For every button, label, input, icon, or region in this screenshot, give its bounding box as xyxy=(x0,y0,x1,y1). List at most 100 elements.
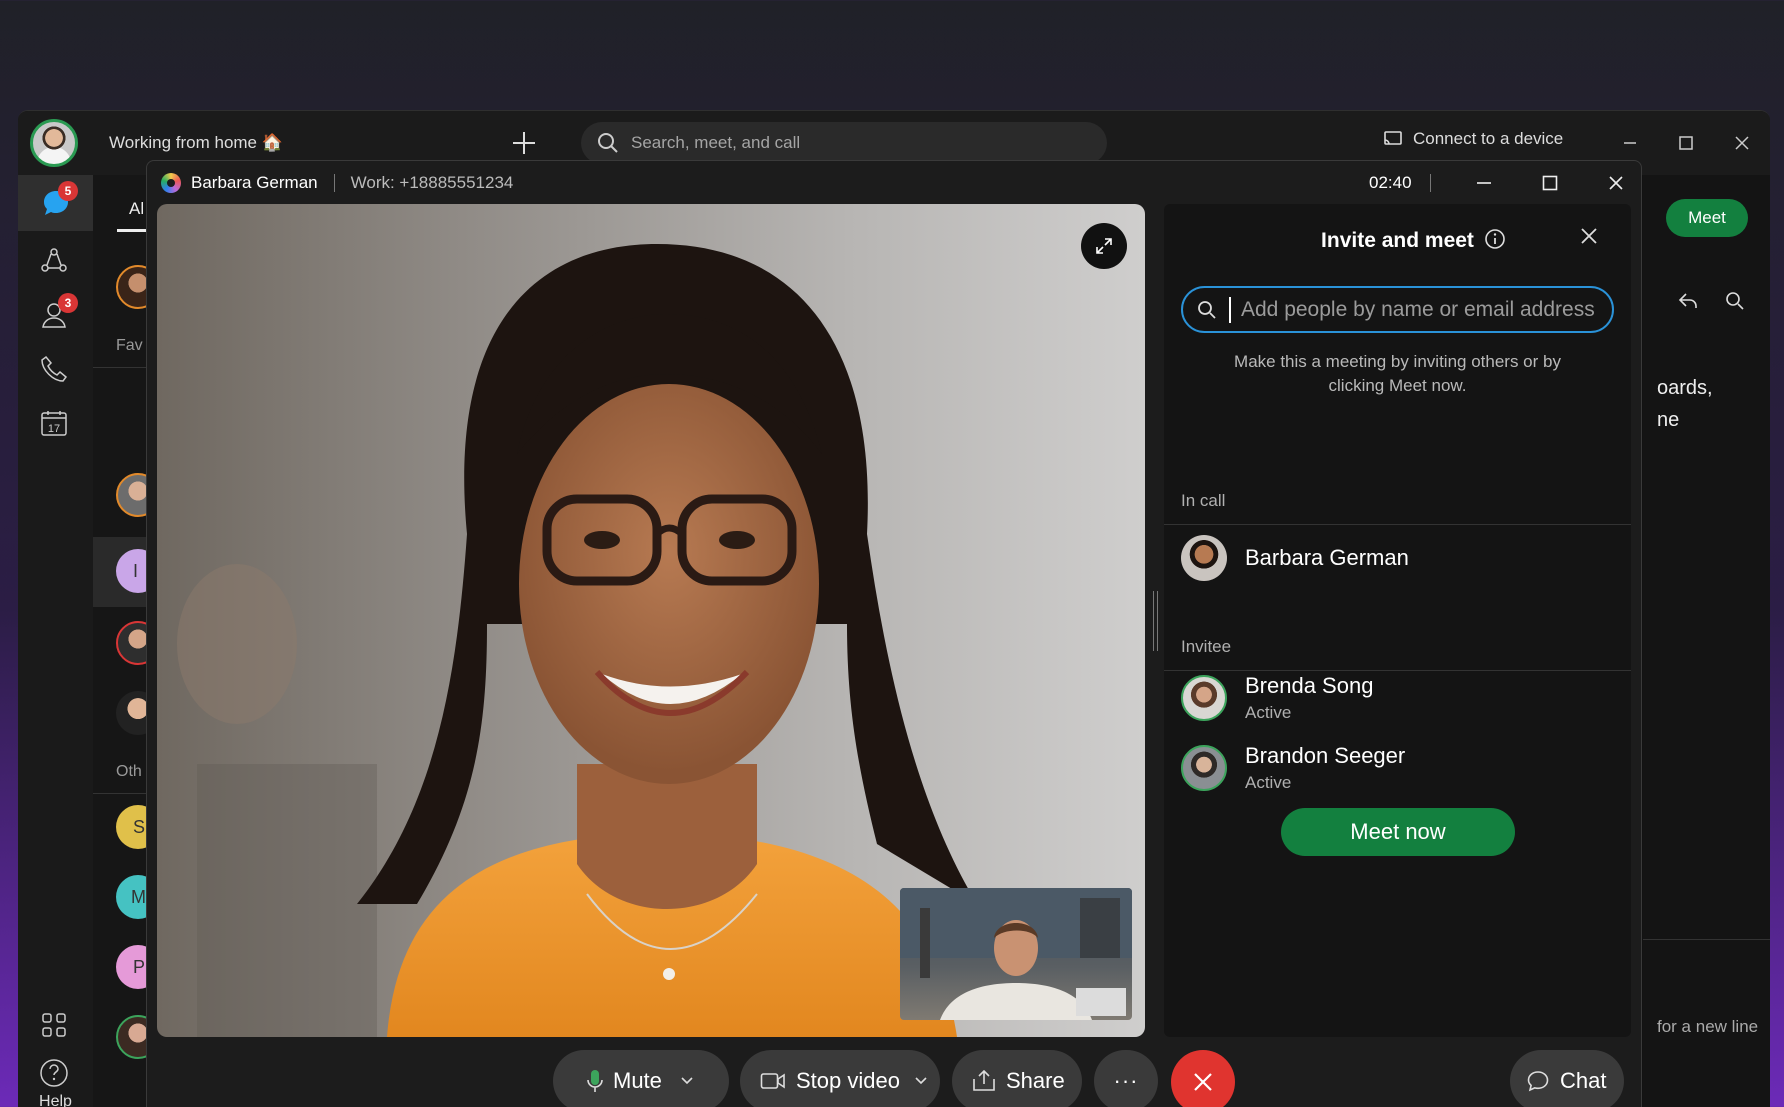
expand-icon xyxy=(1096,238,1112,254)
caller-number: Work: +18885551234 xyxy=(350,173,514,192)
connect-label: Connect to a device xyxy=(1413,129,1564,148)
composer-hint: for a new line xyxy=(1657,1017,1759,1036)
rail-messaging[interactable]: 5 xyxy=(18,175,93,231)
call-titlebar: Barbara German Work: +18885551234 xyxy=(161,173,513,193)
invite-and-meet-panel: Invite and meet Make this a meeting by i… xyxy=(1164,204,1631,1037)
remote-video xyxy=(157,204,1145,1037)
minimize-button[interactable] xyxy=(1602,123,1658,163)
search-icon[interactable] xyxy=(1725,291,1745,311)
user-avatar[interactable] xyxy=(30,119,78,167)
invitee-item[interactable]: Brandon Seeger Active xyxy=(1181,743,1405,793)
invitee-name: Brenda Song xyxy=(1245,673,1374,698)
share-icon xyxy=(973,1070,995,1091)
section-favorites: Fav xyxy=(116,337,143,354)
chevron-down-icon[interactable] xyxy=(680,1076,694,1086)
invitee-status: Active xyxy=(1245,773,1292,792)
maximize-button[interactable] xyxy=(1658,123,1714,163)
messaging-badge: 5 xyxy=(58,181,78,201)
invite-search-field[interactable] xyxy=(1181,286,1614,333)
phone-icon xyxy=(41,355,68,382)
invitee-avatar xyxy=(1181,675,1227,721)
invitee-label: Invitee xyxy=(1181,637,1232,656)
calendar-icon: 17 xyxy=(41,411,67,436)
share-button[interactable]: Share xyxy=(952,1050,1082,1107)
timer-divider xyxy=(1430,174,1431,192)
expand-video-button[interactable] xyxy=(1081,223,1127,269)
meet-button[interactable]: Meet xyxy=(1666,199,1748,237)
conversation-list: Al Fav I Oth S M P xyxy=(93,175,160,1107)
close-button[interactable] xyxy=(1714,123,1770,163)
invitee-status: Active xyxy=(1245,703,1292,722)
maximize-button[interactable] xyxy=(1517,163,1583,203)
status-title[interactable]: Working from home 🏠 xyxy=(109,133,283,153)
connect-device-button[interactable]: Connect to a device xyxy=(1383,129,1563,149)
search-bar[interactable]: Search, meet, and call xyxy=(581,122,1107,164)
text-caret xyxy=(1229,296,1231,323)
app-window-controls xyxy=(1602,123,1770,163)
webex-logo-icon xyxy=(161,173,181,193)
end-call-button[interactable] xyxy=(1171,1050,1235,1107)
mute-button[interactable]: Mute xyxy=(553,1050,729,1107)
reply-icon[interactable] xyxy=(1677,291,1699,311)
calendar-day: 17 xyxy=(48,423,60,435)
meet-now-button[interactable]: Meet now xyxy=(1281,808,1515,856)
self-view-image xyxy=(900,888,1132,1020)
invitee-item[interactable]: Brenda Song Active xyxy=(1181,673,1373,723)
close-icon[interactable] xyxy=(1579,226,1599,246)
contacts-badge: 3 xyxy=(58,293,78,313)
rail-contacts[interactable]: 3 xyxy=(34,293,78,335)
participant-name: Barbara German xyxy=(1245,545,1409,570)
title-divider xyxy=(333,174,335,192)
invite-hint: Make this a meeting by inviting others o… xyxy=(1234,352,1561,395)
navigation-rail: 5 3 17 Help xyxy=(18,175,93,1107)
rail-help[interactable] xyxy=(34,1053,74,1093)
participant-avatar xyxy=(1181,535,1227,581)
chat-bubble-icon xyxy=(1527,1071,1549,1092)
section-divider xyxy=(1164,670,1631,671)
message-fragment: ne xyxy=(1657,409,1680,431)
call-window-controls xyxy=(1451,163,1649,203)
space-content-pane: Meet oards, ne for a new line xyxy=(1643,175,1770,1107)
info-icon[interactable] xyxy=(1484,228,1506,250)
close-icon xyxy=(1194,1073,1212,1091)
section-divider xyxy=(1164,524,1631,525)
message-fragment: oards, xyxy=(1657,377,1713,399)
invitee-avatar xyxy=(1181,745,1227,791)
composer-divider xyxy=(1643,939,1770,940)
stop-video-label: Stop video xyxy=(796,1068,900,1093)
video-camera-icon xyxy=(760,1073,785,1089)
help-label: Help xyxy=(39,1093,72,1107)
section-others: Oth xyxy=(116,763,142,780)
more-options-button[interactable]: ··· xyxy=(1094,1050,1158,1107)
call-window: Barbara German Work: +18885551234 02:40 xyxy=(146,160,1642,1107)
call-timer: 02:40 xyxy=(1369,173,1412,192)
chat-button[interactable]: Chat xyxy=(1510,1050,1624,1107)
search-icon xyxy=(1198,300,1216,319)
in-call-label: In call xyxy=(1181,491,1226,510)
in-call-participant[interactable]: Barbara German xyxy=(1181,535,1409,581)
stop-video-button[interactable]: Stop video xyxy=(740,1050,940,1107)
more-icon: ··· xyxy=(1113,1068,1139,1093)
panel-resize-handle[interactable] xyxy=(1153,591,1158,651)
invite-panel-title: Invite and meet xyxy=(1321,229,1474,252)
help-icon xyxy=(40,1059,68,1087)
rail-calling[interactable] xyxy=(34,349,74,389)
mute-label: Mute xyxy=(613,1068,662,1093)
minimize-button[interactable] xyxy=(1451,163,1517,203)
list-separator xyxy=(93,367,153,368)
rail-teams[interactable] xyxy=(34,241,74,281)
close-button[interactable] xyxy=(1583,163,1649,203)
tab-all[interactable]: Al xyxy=(129,199,144,219)
invite-search-input[interactable] xyxy=(1241,297,1611,322)
chat-label: Chat xyxy=(1560,1068,1607,1093)
invitee-name: Brandon Seeger xyxy=(1245,743,1406,768)
chevron-down-icon[interactable] xyxy=(914,1076,928,1086)
rail-apps[interactable] xyxy=(34,1005,74,1045)
list-separator xyxy=(93,793,153,794)
search-icon xyxy=(598,133,618,153)
search-placeholder: Search, meet, and call xyxy=(631,133,801,152)
plus-icon[interactable] xyxy=(510,129,538,157)
rail-calendar[interactable]: 17 xyxy=(34,403,74,443)
self-view-video[interactable] xyxy=(900,888,1132,1020)
microphone-icon xyxy=(587,1070,603,1092)
